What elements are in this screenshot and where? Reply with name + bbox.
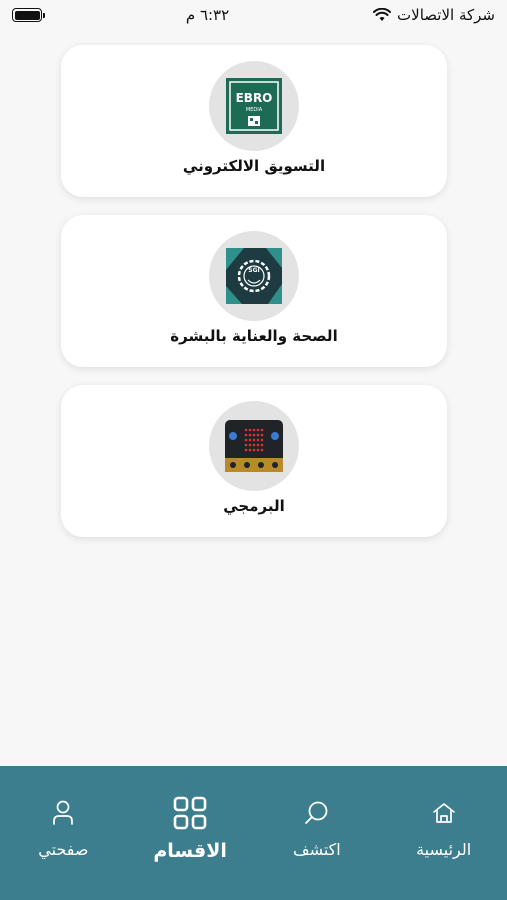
ebro-media-logo: EBRO MEDIA [226,78,282,134]
badge-logo-text: SGI [248,267,259,274]
search-icon [303,796,331,830]
bottom-navigation: الرئيسية اكتشف الاقسام صفحتي [0,766,507,900]
category-title: الصحة والعناية بالبشرة [170,327,338,345]
home-icon [431,796,457,830]
category-title: البرمجي [223,497,285,515]
nav-label: صفحتي [38,840,89,859]
ebro-logo-text: EBRO [236,91,273,105]
category-list: EBRO MEDIA التسويق الالكتروني SGI الصحة … [61,45,447,555]
nav-item-discover[interactable]: اكتشف [262,796,372,859]
category-thumbnail [209,401,299,491]
nav-label: اكتشف [293,840,341,859]
user-icon [51,796,75,830]
battery-icon [12,8,45,22]
wifi-icon [373,8,392,21]
category-card-skincare[interactable]: SGI الصحة والعناية بالبشرة [61,215,447,367]
nav-item-home[interactable]: الرئيسية [389,796,499,859]
ebro-logo-subtext: MEDIA [246,107,263,113]
microbit-board-image [225,420,283,472]
category-thumbnail: EBRO MEDIA [209,61,299,151]
nav-item-categories[interactable]: الاقسام [135,796,245,862]
nav-item-my-page[interactable]: صفحتي [8,796,118,859]
nav-label: الاقسام [153,840,227,862]
status-carrier-group: شركة الاتصالات [373,6,495,24]
category-card-programming[interactable]: البرمجي [61,385,447,537]
status-time: ٦:٣٢ م [185,6,230,24]
category-card-marketing[interactable]: EBRO MEDIA التسويق الالكتروني [61,45,447,197]
category-thumbnail: SGI [209,231,299,321]
category-title: التسويق الالكتروني [182,157,326,175]
grid-icon [173,796,207,830]
carrier-label: شركة الاتصالات [397,6,495,24]
gear-badge-logo: SGI [226,248,282,304]
status-bar: ٦:٣٢ م شركة الاتصالات [0,0,507,30]
nav-label: الرئيسية [416,840,472,859]
